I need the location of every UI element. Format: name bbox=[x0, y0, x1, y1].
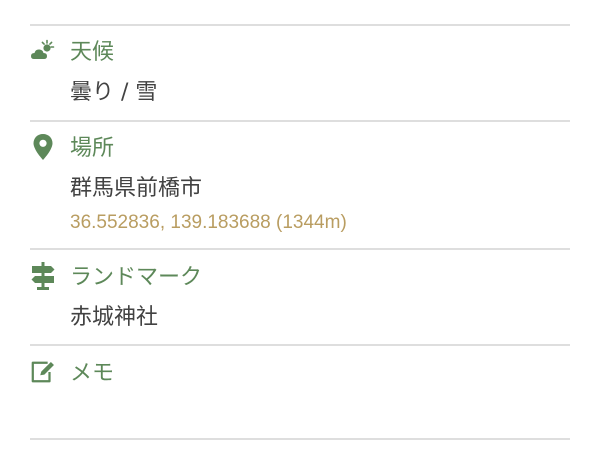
signpost-icon bbox=[30, 262, 56, 290]
divider-location bbox=[30, 248, 570, 250]
partly-cloudy-icon bbox=[30, 38, 56, 64]
location-value: 群馬県前橋市 bbox=[70, 176, 203, 201]
landmark-label-row: ランドマーク bbox=[30, 262, 570, 293]
landmark-value: 赤城神社 bbox=[70, 305, 159, 330]
weather-value: 曇り / 雪 bbox=[70, 80, 158, 105]
divider-weather bbox=[30, 120, 570, 122]
location-label-row: 場所 bbox=[30, 134, 570, 164]
weather-section: 天候 曇り / 雪 bbox=[30, 38, 570, 118]
landmark-label: ランドマーク bbox=[70, 265, 203, 290]
landmark-section[interactable]: ランドマーク 赤城神社 bbox=[30, 262, 570, 343]
weather-label-row: 天候 bbox=[30, 38, 570, 68]
location-coordinates: 36.552836, 139.183688 (1344m) bbox=[70, 212, 347, 233]
edit-note-icon bbox=[30, 359, 56, 385]
map-pin-icon bbox=[30, 134, 56, 160]
location-label: 場所 bbox=[70, 136, 115, 161]
divider-top bbox=[30, 24, 570, 26]
location-section[interactable]: 場所 群馬県前橋市 36.552836, 139.183688 (1344m) bbox=[30, 134, 570, 244]
memo-section[interactable]: メモ bbox=[30, 359, 570, 435]
divider-bottom bbox=[30, 438, 570, 440]
memo-label: メモ bbox=[70, 361, 115, 386]
divider-landmark bbox=[30, 344, 570, 346]
weather-label: 天候 bbox=[70, 40, 115, 65]
memo-label-row: メモ bbox=[30, 359, 570, 389]
